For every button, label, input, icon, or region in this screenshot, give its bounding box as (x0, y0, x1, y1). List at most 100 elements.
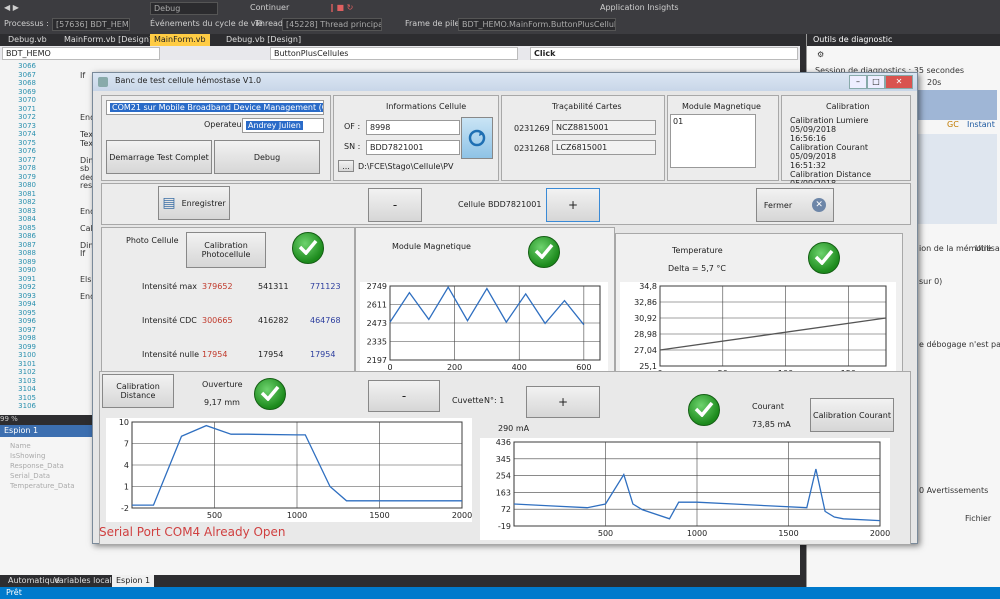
code-fragment[interactable]: If (80, 249, 85, 258)
save-label: Enregistrer (181, 198, 226, 208)
photocell-row: Intensité CDC 300665 416282 464768 (102, 316, 354, 330)
current-chart: -19 72 163 254 345 436 500 1000 1500 2000 (480, 438, 890, 540)
sn-field[interactable]: BDD7821001 (366, 140, 460, 155)
status-bar: Prêt (0, 587, 1000, 599)
com-port-select[interactable]: COM21 sur Mobile Broadband Device Manage… (106, 100, 324, 115)
y-tick-label: 436 (496, 438, 511, 447)
lifecycle-button[interactable]: Événements du cycle de vie (150, 19, 263, 28)
opening-value: 9,17 mm (204, 398, 240, 407)
member-select[interactable]: ButtonPlusCellules (270, 47, 518, 60)
debug-config-select[interactable]: Debug (150, 2, 218, 15)
watch-item[interactable]: Response_Data (10, 461, 75, 471)
cell-selector-panel: ▤ Enregistrer - Cellule BDD7821001 + Fer… (101, 183, 911, 225)
photocell-calibration-button[interactable]: Calibration Photocellule (186, 232, 266, 268)
code-fragment[interactable]: If (80, 71, 85, 80)
line-number: 3087 (18, 240, 36, 249)
project-select[interactable]: BDT_HEMO (2, 47, 160, 60)
distance-calibration-button[interactable]: Calibration Distance (102, 374, 174, 408)
magnetic-chart: 219723352473261127490 200 400 600 (360, 282, 608, 374)
calibration-line: 16:51:32 (790, 161, 826, 170)
browse-button[interactable]: ... (338, 160, 354, 172)
cell-value: BDD7821001 (488, 200, 542, 209)
y-tick-label: 2611 (367, 301, 387, 310)
current-value: 73,85 mA (752, 420, 791, 429)
app-insights-button[interactable]: Application Insights (600, 3, 679, 12)
tab-mainform-design[interactable]: MainForm.vb [Design] (60, 34, 156, 46)
bottom-tabs: Automatique Variables locales Espion 1 (0, 575, 800, 587)
process-select[interactable]: [57636] BDT_HEMO.exe (52, 18, 130, 31)
magnetic-module-item[interactable]: 01 (673, 117, 683, 126)
of-field[interactable]: 8998 (366, 120, 460, 135)
continue-button[interactable]: Continuer (250, 3, 289, 12)
line-number: 3102 (18, 368, 36, 376)
operator-select[interactable]: Andrey Julien (242, 118, 324, 133)
y-tick-label: 2335 (367, 338, 387, 347)
photocell-row: Intensité nulle 17954 17954 17954 (102, 350, 354, 364)
thread-select[interactable]: [45228] Thread principal (282, 18, 382, 31)
line-number: 3085 (18, 223, 36, 232)
event-select[interactable]: Click (530, 47, 798, 60)
editor-tabs: Debug.vb MainForm.vb [Design] MainForm.v… (0, 34, 800, 46)
y-tick-label: 27,04 (634, 346, 657, 355)
line-number: 3094 (18, 300, 36, 308)
lower-panel: Calibration Distance Ouverture 9,17 mm -… (99, 371, 911, 545)
current-label: Courant (752, 402, 784, 411)
code-fragment[interactable]: res (80, 181, 92, 190)
watch-item[interactable]: Temperature_Data (10, 481, 75, 491)
line-number: 3068 (18, 79, 36, 87)
back-icon[interactable]: ◀ ▶ (4, 3, 19, 12)
watch-item[interactable]: Name (10, 441, 75, 451)
watch-item[interactable]: IsShowing (10, 451, 75, 461)
start-full-test-button[interactable]: Demarrage Test Complet (106, 140, 212, 174)
next-cell-button[interactable]: + (546, 188, 600, 222)
cpu-graph (917, 90, 997, 120)
cuvette-plus-button[interactable]: + (526, 386, 600, 418)
maximize-icon[interactable]: □ (867, 75, 885, 89)
trace-value-2[interactable]: LCZ6815001 (552, 140, 656, 155)
close-window-icon[interactable]: ✕ (885, 75, 913, 89)
settings-icon[interactable]: ⚙ (817, 50, 824, 59)
save-button[interactable]: ▤ Enregistrer (158, 186, 230, 220)
tab-debug-design[interactable]: Debug.vb [Design] (222, 34, 305, 46)
line-number: 3071 (18, 104, 36, 113)
previous-cell-button[interactable]: - (368, 188, 422, 222)
photocell-v2: 17954 (258, 350, 284, 359)
status-text: Prêt (6, 588, 22, 597)
line-number: 3093 (18, 291, 36, 300)
watch-items: Name IsShowing Response_Data Serial_Data Tem… (10, 441, 75, 491)
debug-button[interactable]: Debug (214, 140, 320, 174)
trace-value-1[interactable]: NCZ8815001 (552, 120, 656, 135)
debug-controls-icon[interactable]: ‖ ■ ↻ (330, 3, 353, 12)
y-tick-label: -2 (121, 504, 129, 513)
tab-debug-vb[interactable]: Debug.vb (4, 34, 51, 46)
cuvette-minus-button[interactable]: - (368, 380, 440, 412)
photocell-row: Intensité max 379652 541311 771123 (102, 282, 354, 296)
usage-label: Utilisat (975, 244, 1000, 253)
code-fragment[interactable]: Cal (80, 224, 93, 233)
warnings-count[interactable]: 0 Avertissements (919, 486, 988, 495)
y-tick-label: 2473 (367, 319, 387, 328)
y-tick-label: 28,98 (634, 330, 657, 339)
events-count: sur 0) (919, 277, 943, 286)
tab-espion[interactable]: Espion 1 (112, 575, 155, 587)
code-fragment[interactable]: Els (80, 275, 91, 284)
operator-value: Andrey Julien (246, 121, 303, 130)
current-calibration-button[interactable]: Calibration Courant (810, 398, 894, 432)
frame-select[interactable]: BDT_HEMO.MainForm.ButtonPlusCellule (458, 18, 616, 31)
line-number: 3105 (18, 393, 36, 402)
magnetic-module-list[interactable]: 01 (670, 114, 756, 168)
debug-unavailable-msg: e débogage n'est pas dispo (919, 340, 1000, 349)
tab-mainform-vb[interactable]: MainForm.vb (150, 34, 210, 46)
magnetic-graph-title: Module Magnetique (392, 242, 471, 251)
x-tick-label: 500 (207, 511, 222, 520)
watch-item[interactable]: Serial_Data (10, 471, 75, 481)
close-button[interactable]: Fermer ✕ (756, 188, 834, 222)
close-label: Fermer (763, 200, 793, 210)
zoom-level[interactable]: 99 % (0, 415, 60, 425)
minimize-icon[interactable]: – (849, 75, 867, 89)
x-tick-label: 2000 (452, 511, 472, 520)
line-number: 3073 (18, 121, 36, 130)
refresh-button[interactable] (461, 117, 493, 159)
diagnostics-title: Outils de diagnostic (807, 34, 1000, 46)
calibration-line: Calibration Lumiere 05/09/2018 (790, 116, 869, 134)
